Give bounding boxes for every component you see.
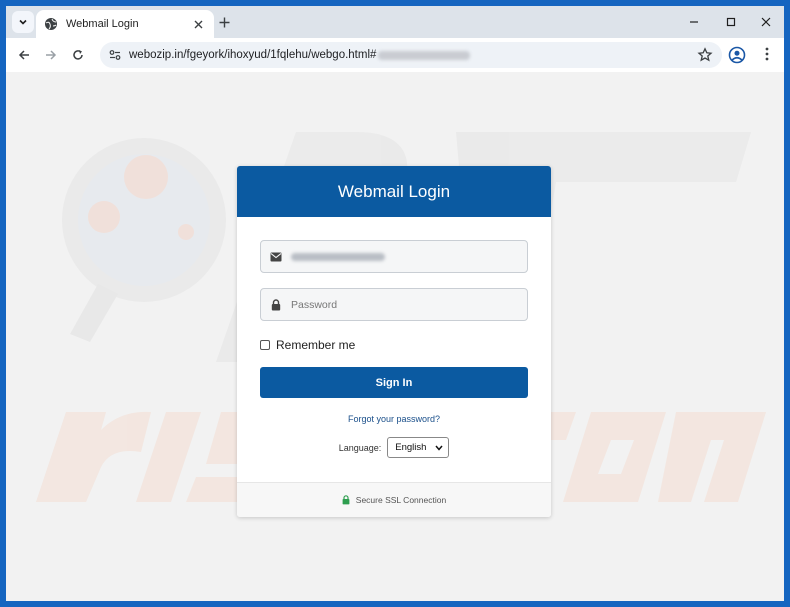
tab-strip: Webmail Login [6, 6, 784, 38]
maximize-button[interactable] [721, 12, 741, 32]
login-title: Webmail Login [337, 181, 451, 201]
address-bar[interactable]: webozip.in/fgeyork/ihoxyud/1fqlehu/webgo… [100, 42, 722, 68]
url-redacted-fragment [378, 50, 471, 60]
chevron-down-icon [435, 445, 443, 451]
lock-icon [342, 495, 350, 505]
sign-in-button[interactable]: Sign In [260, 367, 528, 398]
language-row: Language: English [237, 437, 551, 458]
tab-title: Webmail Login [66, 18, 139, 30]
new-tab-button[interactable] [216, 14, 232, 30]
reload-icon [73, 50, 83, 60]
login-card: Webmail Login Remember me Sign In Forgot [237, 166, 551, 517]
url-text: webozip.in/fgeyork/ihoxyud/1fqlehu/webgo… [129, 49, 377, 61]
page-viewport: Webmail Login Remember me Sign In Forgot [6, 72, 784, 601]
email-value-redacted [291, 252, 385, 261]
password-field[interactable] [260, 288, 528, 321]
browser-toolbar: webozip.in/fgeyork/ihoxyud/1fqlehu/webgo… [6, 38, 784, 72]
globe-icon [44, 17, 58, 31]
language-select[interactable]: English [387, 437, 450, 458]
password-input[interactable] [291, 298, 511, 311]
profile-icon[interactable] [728, 46, 746, 64]
lock-icon [261, 298, 291, 311]
tab-search-button[interactable] [12, 11, 34, 33]
browser-window: Webmail Login webozip.in/fgeyork/ihoxyud… [6, 6, 784, 601]
tab-webmail-login[interactable]: Webmail Login [36, 10, 214, 38]
plus-icon [219, 17, 229, 27]
more-menu-icon[interactable] [758, 46, 776, 64]
close-window-button[interactable] [756, 12, 776, 32]
arrow-right-icon [46, 50, 57, 60]
close-icon[interactable] [190, 16, 206, 32]
login-header: Webmail Login [237, 166, 551, 217]
ssl-status-text: Secure SSL Connection [355, 495, 447, 505]
chevron-down-icon [19, 19, 27, 25]
login-footer: Secure SSL Connection [237, 482, 551, 517]
language-selected-value: English [395, 442, 427, 453]
email-field[interactable] [260, 240, 528, 273]
remember-me-row[interactable]: Remember me [260, 338, 355, 352]
maximize-icon [726, 17, 736, 27]
close-icon [761, 17, 771, 27]
minimize-button[interactable] [684, 12, 704, 32]
forgot-password-link[interactable]: Forgot your password? [237, 414, 551, 424]
remember-me-label: Remember me [276, 338, 356, 352]
arrow-left-icon [18, 50, 29, 60]
site-info-icon[interactable] [108, 48, 122, 62]
language-label: Language: [338, 442, 382, 453]
back-button[interactable] [14, 45, 34, 65]
forward-button[interactable] [41, 45, 61, 65]
minimize-icon [690, 21, 698, 23]
bookmark-star-icon[interactable] [697, 47, 713, 63]
envelope-icon [261, 252, 291, 262]
remember-me-checkbox[interactable] [260, 340, 270, 350]
reload-button[interactable] [68, 45, 88, 65]
